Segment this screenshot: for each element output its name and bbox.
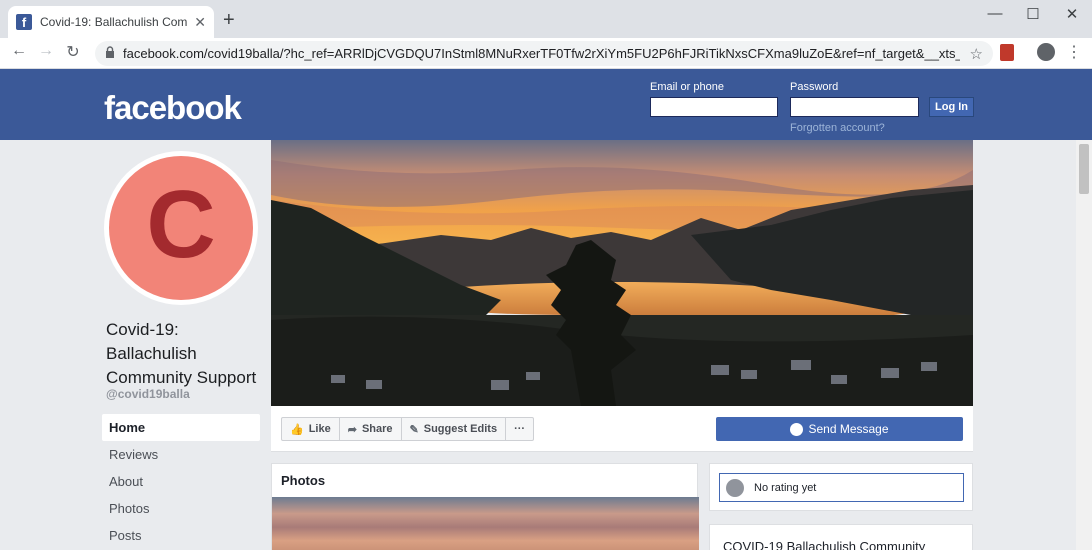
browser-tab[interactable]: f Covid-19: Ballachulish Communi ✕ [8, 6, 214, 38]
about-title: COVID-19 Ballachulish Community [723, 539, 926, 550]
more-options-button[interactable]: ··· [506, 418, 533, 440]
nav-item-about[interactable]: About [102, 468, 260, 495]
tab-close-icon[interactable]: ✕ [194, 14, 206, 31]
maximize-button[interactable]: ☐ [1018, 5, 1048, 23]
thumbs-up-icon: 👍 [290, 423, 304, 436]
facebook-favicon-icon: f [16, 14, 32, 30]
photos-title[interactable]: Photos [281, 473, 325, 488]
page-action-bar: 👍 Like ➦ Share ✎ Suggest Edits ··· Send … [271, 406, 973, 452]
send-message-label: Send Message [808, 422, 889, 436]
address-bar[interactable]: facebook.com/covid19balla/?hc_ref=ARRlDj… [95, 41, 993, 66]
share-button[interactable]: ➦ Share [340, 418, 402, 440]
speech-bubble-icon [726, 478, 744, 497]
rating-text: No rating yet [754, 481, 817, 494]
page-handle[interactable]: @covid19balla [106, 387, 190, 401]
photo-thumbnail[interactable] [272, 497, 699, 550]
action-buttons: 👍 Like ➦ Share ✎ Suggest Edits ··· [281, 417, 535, 441]
facebook-header: facebook Email or phone Password Log In … [0, 69, 1092, 140]
cover-photo[interactable] [271, 140, 973, 406]
nav-item-reviews[interactable]: Reviews [102, 441, 260, 468]
browser-menu-icon[interactable]: ⋮ [1066, 42, 1082, 62]
forgotten-account-link[interactable]: Forgotten account? [790, 122, 885, 134]
profile-icon[interactable] [1037, 43, 1055, 61]
avatar-circle: C [109, 156, 253, 300]
like-label: Like [308, 423, 331, 435]
suggest-edits-button[interactable]: ✎ Suggest Edits [402, 418, 507, 440]
rating-card: No rating yet [709, 463, 973, 511]
page-nav: Home Reviews About Photos Posts [102, 414, 260, 549]
bookmark-star-icon[interactable]: ☆ [970, 45, 983, 63]
url-text: facebook.com/covid19balla/?hc_ref=ARRlDj… [123, 46, 960, 61]
nav-item-photos[interactable]: Photos [102, 495, 260, 522]
avatar-letter: C [146, 171, 216, 278]
about-card: COVID-19 Ballachulish Community [709, 524, 973, 550]
window-close-button[interactable]: ✕ [1057, 5, 1087, 23]
scrollbar-thumb[interactable] [1079, 144, 1089, 194]
page-title[interactable]: Covid-19: Ballachulish Community Support [106, 318, 266, 390]
photos-card: Photos [271, 463, 699, 550]
reload-icon[interactable]: ↻ [62, 42, 84, 62]
pencil-icon: ✎ [409, 423, 419, 436]
browser-toolbar: ← → ↻ facebook.com/covid19balla/?hc_ref=… [0, 38, 1092, 69]
email-label: Email or phone [650, 81, 724, 93]
password-field[interactable] [790, 97, 919, 117]
suggest-edits-label: Suggest Edits [423, 423, 498, 435]
lock-icon [105, 46, 115, 61]
nav-item-posts[interactable]: Posts [102, 522, 260, 549]
password-label: Password [790, 81, 839, 93]
back-arrow-icon[interactable]: ← [8, 42, 30, 60]
minimize-button[interactable]: — [980, 5, 1010, 22]
send-message-button[interactable]: Send Message [716, 417, 963, 441]
messenger-icon [790, 422, 804, 436]
rating-box[interactable]: No rating yet [719, 473, 964, 502]
browser-tabstrip: f Covid-19: Ballachulish Communi ✕ + — ☐… [0, 0, 1092, 38]
forward-arrow-icon[interactable]: → [35, 42, 57, 60]
new-tab-button[interactable]: + [223, 9, 235, 32]
page-scrollbar[interactable] [1076, 140, 1092, 550]
nav-item-home[interactable]: Home [102, 414, 260, 441]
facebook-logo[interactable]: facebook [104, 89, 242, 127]
email-field[interactable] [650, 97, 778, 117]
share-arrow-icon: ➦ [347, 423, 357, 436]
pdf-extension-icon[interactable] [1000, 44, 1014, 61]
share-label: Share [361, 423, 393, 435]
login-button[interactable]: Log In [929, 97, 974, 117]
page-avatar[interactable]: C [104, 151, 258, 305]
tab-title: Covid-19: Ballachulish Communi [40, 15, 188, 29]
like-button[interactable]: 👍 Like [282, 418, 340, 440]
